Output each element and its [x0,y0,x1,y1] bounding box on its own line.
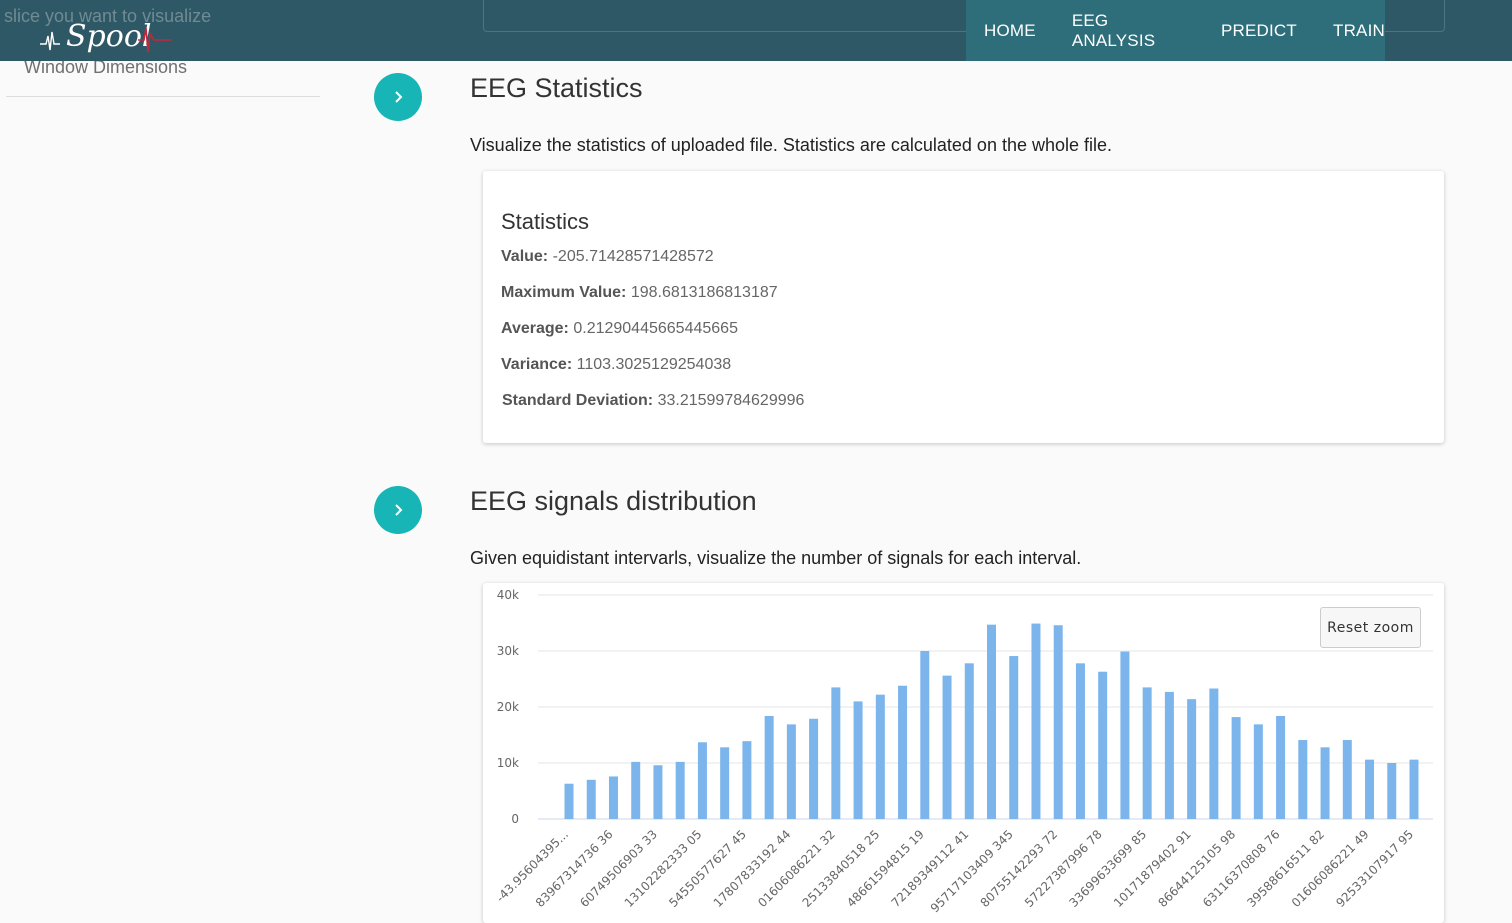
distribution-chart-card: 0 10k 20k 30k 40k -43.95604395... 83967314736 … [483,583,1444,923]
stat-value-row: Value: -205.71428571428572 [501,248,714,265]
chart-bar[interactable] [987,624,996,819]
statistics-card-title: Statistics [501,209,590,234]
stat-max-value: 198.6813186813187 [630,284,778,301]
chart-bar[interactable] [720,747,730,819]
sidebar-item-window-dimensions[interactable]: Window Dimensions [6,57,320,97]
x-tick-label: -43.95604395... [493,827,571,905]
x-tick-label: 33699633699 85 [1066,827,1149,910]
chart-bar[interactable] [942,675,952,819]
chart-bar[interactable] [1253,724,1263,819]
stat-max-row: Maximum Value: 198.6813186813187 [501,284,778,301]
chart-bar[interactable] [675,761,685,819]
chart-bar[interactable] [1276,715,1286,819]
stat-value: -205.71428571428572 [552,248,714,265]
expand-distribution-button[interactable] [374,486,422,534]
chart-bar[interactable] [1120,651,1130,819]
stat-average-row: Average: 0.21290445665445665 [501,320,738,337]
chart-bar[interactable] [1053,625,1063,819]
x-tick-label: 25133840518 25 [800,827,883,910]
chart-bar[interactable] [1164,691,1174,819]
chart-bar[interactable] [1298,740,1308,819]
chart-bar[interactable] [586,779,596,819]
nav-menu: HOME EEG ANALYSIS PREDICT TRAIN [966,0,1385,61]
statistics-section-description: Visualize the statistics of uploaded fil… [470,135,1113,155]
chart-bar[interactable] [1231,717,1241,819]
chart-bar[interactable] [1320,747,1330,819]
statistics-section-title: EEG Statistics [470,73,643,103]
nav-predict[interactable]: PREDICT [1221,21,1297,41]
chart-bar[interactable] [786,724,796,819]
chart-bar[interactable] [1365,759,1375,819]
x-tick-label: 57227387996 78 [1022,827,1105,910]
chart-bar[interactable] [1409,759,1419,819]
stat-variance-row: Variance: 1103.3025129254038 [501,356,732,373]
x-tick-label: 63116370808 76 [1200,827,1283,910]
x-tick-label: 48661594815 19 [844,827,927,910]
y-tick-label: 10k [497,756,519,770]
chart-bar[interactable] [875,694,885,819]
chart-bar[interactable] [1075,663,1085,819]
stat-stddev-value: 33.21599784629996 [657,392,805,409]
stat-average-value: 0.21290445665445665 [573,320,738,337]
y-tick-label: 30k [497,644,519,658]
stat-variance-value: 1103.3025129254038 [576,356,732,373]
chart-bar[interactable] [1387,763,1397,819]
chart-bar[interactable] [853,701,863,819]
chart-bar[interactable] [764,715,774,819]
x-tick-label: 95717103409 345 [928,827,1016,915]
x-tick-label: 60749506903 33 [577,827,660,910]
x-tick-label: 17807833192 44 [711,827,794,910]
x-tick-label: 13102282333 05 [622,827,705,910]
distribution-bar-chart[interactable]: 0 10k 20k 30k 40k -43.95604395...83967314736 … [483,583,1444,923]
chart-bar[interactable] [564,783,574,819]
chart-bar[interactable] [1342,740,1352,819]
chart-bar[interactable] [608,776,618,819]
y-tick-label: 40k [497,588,519,602]
stat-stddev-row: Standard Deviation: 33.21599784629996 [502,392,805,409]
x-tick-label: 10171879402 91 [1111,827,1194,910]
nav-eeg-analysis[interactable]: EEG ANALYSIS [1072,11,1185,51]
chart-bar[interactable] [964,663,974,819]
chart-bar[interactable] [1098,671,1108,819]
x-tick-label: 72189349112 41 [889,827,972,910]
x-tick-label: 80755142293 72 [978,827,1061,910]
x-tick-label: 54550577627 45 [666,827,749,910]
chart-bar[interactable] [920,651,930,819]
y-tick-label: 0 [511,812,519,826]
chart-bar[interactable] [653,765,663,819]
reset-zoom-button[interactable]: Reset zoom [1320,607,1421,648]
chart-bar[interactable] [1187,699,1197,819]
chart-bar[interactable] [742,741,752,819]
distribution-section-title: EEG signals distribution [470,486,757,516]
chart-bar[interactable] [1031,623,1041,819]
nav-home[interactable]: HOME [984,21,1036,41]
distribution-section-description: Given equidistant intervarls, visualize … [470,548,1082,568]
overlay-slice-text: slice you want to visualize [4,6,212,26]
chart-bar[interactable] [697,742,707,819]
chart-bar[interactable] [809,718,819,819]
x-tick-label: 01606086221 49 [1289,827,1372,910]
x-tick-label: 83967314736 36 [533,827,616,910]
nav-train[interactable]: TRAIN [1333,21,1385,41]
x-tick-label: 86644125105 98 [1155,827,1238,910]
chart-bar[interactable] [1209,688,1219,819]
chevron-right-icon [395,91,403,103]
x-tick-label: 01606086221 32 [755,827,838,910]
chart-bar[interactable] [631,761,641,819]
chart-bar[interactable] [898,685,908,819]
y-tick-label: 20k [497,700,519,714]
x-tick-label: 92533107917 95 [1333,827,1416,910]
expand-statistics-button[interactable] [374,73,422,121]
chart-bar[interactable] [1009,656,1019,819]
x-tick-label: 39588616511 82 [1244,827,1327,910]
chevron-right-icon [395,504,403,516]
navbar: Spool HOME EEG ANALYSIS PREDICT TRAIN [0,0,1512,61]
statistics-card: Statistics Value: -205.71428571428572 Ma… [483,171,1444,443]
chart-bar[interactable] [831,687,841,819]
chart-bar[interactable] [1142,687,1152,819]
